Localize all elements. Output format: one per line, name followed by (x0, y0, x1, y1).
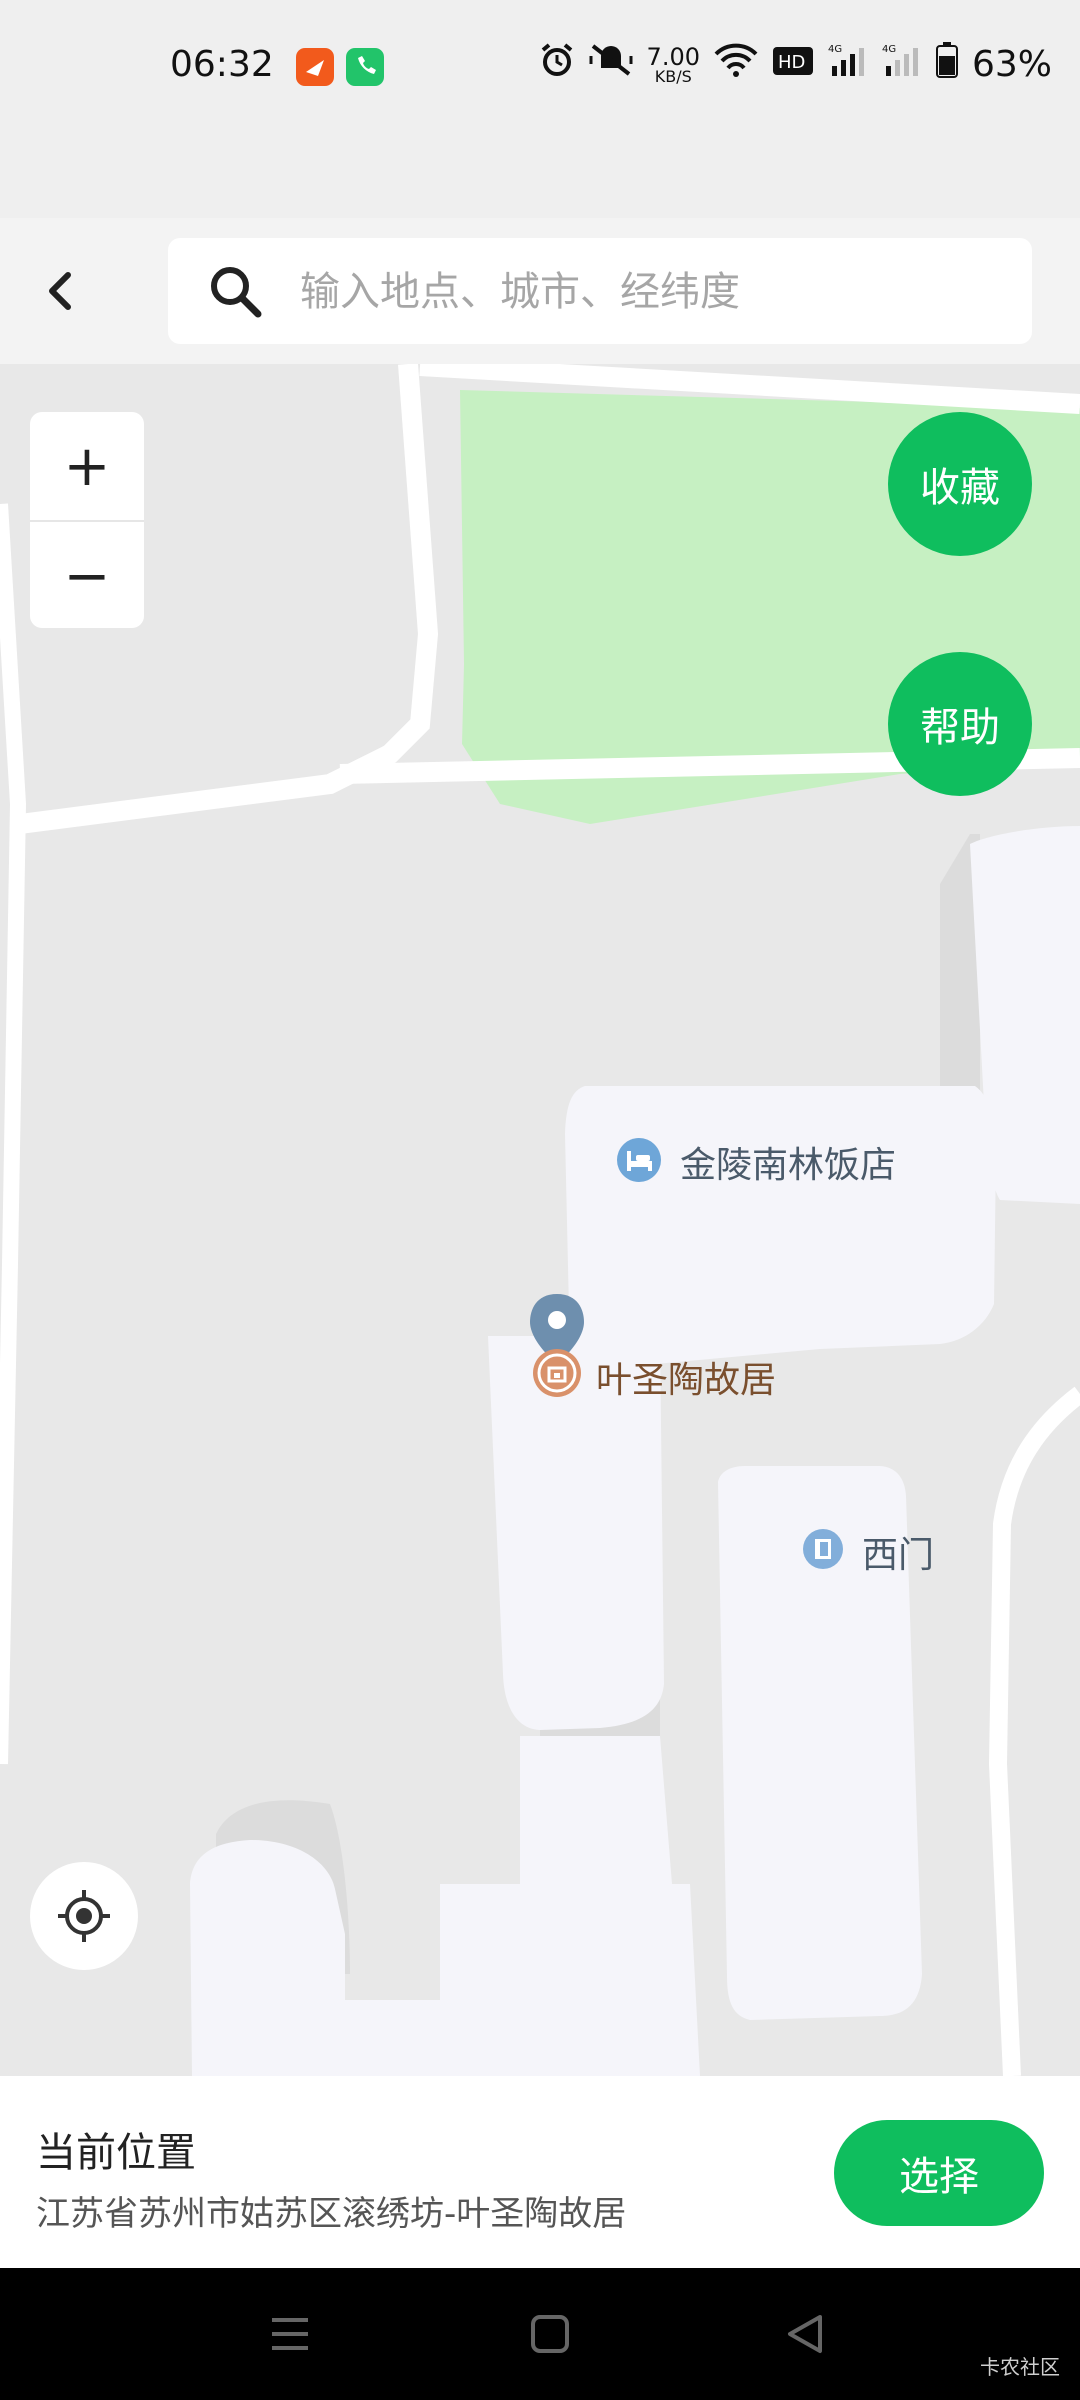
road (988, 1386, 1080, 2076)
home-square-icon (531, 2315, 569, 2353)
locate-icon (58, 1890, 110, 1942)
hd-icon: HD (772, 45, 814, 85)
search-icon (211, 267, 262, 318)
nav-menu-button[interactable] (260, 2308, 320, 2360)
zoom-in-button[interactable]: + (30, 412, 144, 520)
status-time: 06:32 (170, 44, 274, 85)
search-input[interactable] (298, 262, 1002, 322)
scenic-spot-icon[interactable] (532, 1348, 582, 1402)
menu-icon (272, 2318, 308, 2350)
mute-icon (589, 42, 633, 87)
battery-percent: 63% (971, 44, 1052, 85)
net-speed-value: 7.00 (646, 42, 700, 71)
location-address: 江苏省苏州市姑苏区滚绣坊-叶圣陶故居 (36, 2194, 627, 2234)
svg-text:HD: HD (778, 52, 805, 73)
battery-icon (935, 42, 958, 87)
system-nav-bar: 卡农社区 (0, 2268, 1080, 2400)
poi-label[interactable]: 西门 (862, 1526, 934, 1578)
location-card: 当前位置 江苏省苏州市姑苏区滚绣坊-叶圣陶故居 选择 (0, 2076, 1080, 2268)
svg-text:4G: 4G (882, 44, 896, 55)
road (0, 503, 27, 1765)
chevron-left-icon (49, 272, 71, 310)
nav-home-button[interactable] (520, 2308, 580, 2360)
watermark: 卡农社区 (980, 2355, 1060, 2379)
svg-text:4G: 4G (828, 44, 842, 55)
poi-label[interactable]: 金陵南林饭店 (680, 1136, 896, 1188)
hotel-icon[interactable] (616, 1137, 662, 1187)
map-view[interactable]: 金陵南林饭店 叶圣陶故居 西门 + − 收藏 帮助 (0, 364, 1080, 2076)
select-button[interactable]: 选择 (834, 2120, 1044, 2226)
feishu-app-icon (296, 48, 334, 86)
alarm-icon (539, 42, 575, 87)
locate-button[interactable] (30, 1862, 138, 1970)
status-bar: 06:32 7.00 KB/S HD 4G 4G 63% (0, 0, 1080, 218)
building (565, 1086, 996, 1369)
favorite-button[interactable]: 收藏 (888, 412, 1032, 556)
status-icons: 7.00 KB/S HD 4G 4G 63% (539, 42, 1052, 87)
phone-app-icon (346, 48, 384, 86)
back-triangle-icon (788, 2315, 822, 2353)
nav-back-button[interactable] (776, 2308, 836, 2360)
location-title: 当前位置 (36, 2130, 196, 2176)
signal-4g-icon: 4G (882, 42, 922, 87)
zoom-controls: + − (30, 412, 144, 628)
wifi-icon (714, 42, 758, 87)
top-bar (0, 218, 1080, 366)
map-canvas (0, 364, 1080, 2076)
gate-icon[interactable] (802, 1528, 844, 1574)
zoom-out-button[interactable]: − (30, 520, 144, 630)
net-speed: 7.00 KB/S (647, 45, 700, 85)
building (190, 1736, 700, 2076)
net-speed-unit: KB/S (654, 66, 692, 86)
poi-label[interactable]: 叶圣陶故居 (596, 1351, 776, 1403)
signal-4g-icon: 4G (828, 42, 868, 87)
help-button[interactable]: 帮助 (888, 652, 1032, 796)
back-button[interactable] (30, 253, 90, 329)
search-box[interactable] (168, 238, 1032, 344)
